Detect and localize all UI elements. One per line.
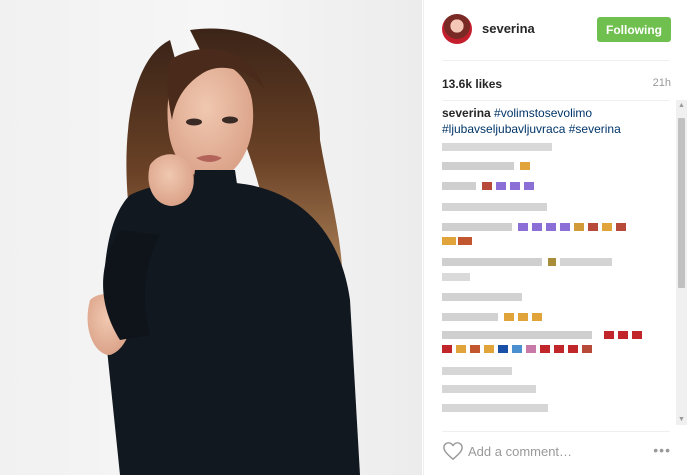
blurred-comment [442,345,602,355]
blurred-comment [442,367,522,377]
comments-scrollbar[interactable]: ▲ ▼ [676,100,687,425]
likes-divider [442,100,670,101]
blurred-comment [442,385,542,395]
hashtag-link[interactable]: #ljubavseljubavljuvraca [442,122,565,136]
blurred-comment [442,203,552,213]
username-link[interactable]: severina [482,21,535,36]
comment-bar: ••• [424,432,688,475]
post-photo[interactable] [0,0,422,475]
photo-illustration [87,28,360,475]
likes-count[interactable]: 13.6k likes [442,77,502,91]
scroll-down-arrow-icon[interactable]: ▼ [676,414,687,425]
comments-list[interactable]: severina #volimstosevolimo #ljubavseljub… [442,105,682,425]
post-detail-panel: severina Following 13.6k likes 21h sever… [423,0,688,475]
add-comment-input[interactable] [468,440,643,462]
hashtag-link[interactable]: #severina [569,122,621,136]
caption: severina #volimstosevolimo #ljubavseljub… [442,105,674,137]
blurred-comment [442,331,652,341]
scroll-up-arrow-icon[interactable]: ▲ [676,100,687,111]
blurred-comment [442,143,552,153]
scroll-thumb[interactable] [678,118,685,288]
following-button[interactable]: Following [597,17,671,42]
hashtag-link[interactable]: #volimstosevolimo [494,106,592,120]
blurred-comment [442,162,542,172]
blurred-comment [442,223,652,233]
post-time[interactable]: 21h [653,77,671,89]
heart-icon[interactable] [442,441,464,461]
blurred-comment [442,313,552,323]
header-divider [442,60,670,61]
post-header: severina Following [424,0,688,60]
blurred-comment [442,293,532,303]
blurred-comment [442,273,472,283]
profile-avatar[interactable] [442,14,472,44]
blurred-comment [442,404,552,414]
caption-username[interactable]: severina [442,106,491,120]
blurred-comment [442,182,562,192]
blurred-comment [442,237,482,247]
more-options-icon[interactable]: ••• [653,442,671,458]
blurred-comment [442,258,622,268]
